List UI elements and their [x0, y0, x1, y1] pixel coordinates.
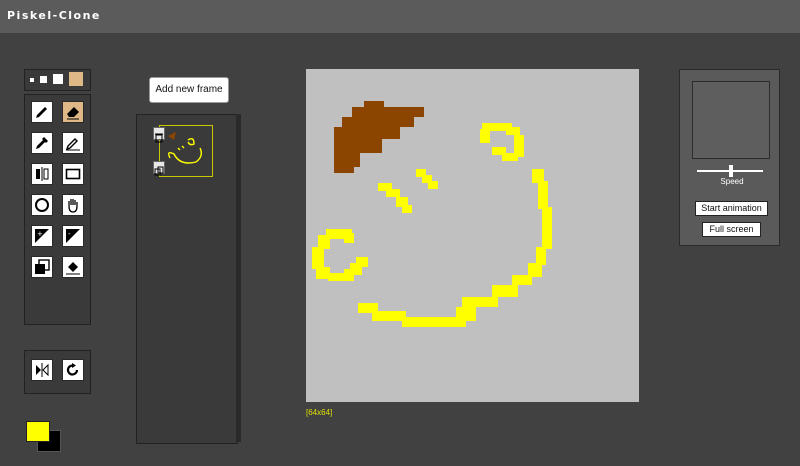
move-tool-button[interactable] — [62, 194, 84, 216]
add-frame-button[interactable]: Add new frame — [149, 77, 229, 103]
eraser-icon — [67, 107, 79, 120]
start-animation-button[interactable]: Start animation — [695, 201, 768, 216]
tools-panel: + - — [24, 94, 91, 325]
canvas-dimensions-label: [64x64] — [306, 408, 333, 417]
canvas-drawing — [312, 101, 552, 327]
rotate-button[interactable] — [62, 359, 84, 381]
rotate-icon — [66, 363, 79, 376]
speed-label: Speed — [720, 177, 744, 186]
paint-bucket-icon — [66, 262, 80, 275]
eraser-tool-button[interactable] — [62, 101, 84, 123]
circle-icon — [35, 198, 49, 212]
eyedropper-tool-button[interactable] — [31, 132, 53, 154]
lighten-tool-button[interactable]: + — [31, 225, 53, 247]
app-title: Piskel-Clone — [7, 9, 101, 22]
speed-slider-thumb[interactable] — [729, 165, 733, 177]
drawing-canvas[interactable] — [306, 69, 639, 402]
primary-color-swatch[interactable] — [26, 421, 50, 442]
darken-tool-button[interactable]: - — [62, 225, 84, 247]
copy-icon — [154, 166, 164, 176]
pen-size-panel — [24, 69, 91, 91]
paint-bucket-tool-button[interactable] — [62, 256, 84, 278]
stroke-icon — [65, 138, 80, 151]
move-hand-icon — [68, 199, 78, 213]
select-copy-tool-button[interactable] — [31, 256, 53, 278]
pen-size-4-button[interactable] — [69, 72, 83, 86]
full-screen-button[interactable]: Full screen — [702, 222, 761, 237]
mirror-tool-button[interactable] — [31, 163, 53, 185]
pen-size-1-button[interactable] — [30, 78, 34, 82]
lighten-icon: + — [35, 229, 49, 243]
frame-preview-image — [167, 132, 203, 164]
pen-size-3-button[interactable] — [53, 74, 63, 84]
stroke-tool-button[interactable] — [62, 132, 84, 154]
svg-text:+: + — [37, 230, 43, 238]
delete-frame-button[interactable] — [153, 127, 165, 143]
rectangle-tool-button[interactable] — [62, 163, 84, 185]
transform-panel — [24, 350, 91, 394]
eyedropper-icon — [36, 137, 48, 149]
pen-size-2-button[interactable] — [40, 76, 47, 83]
trash-icon — [155, 133, 163, 143]
flip-button[interactable] — [31, 359, 53, 381]
select-copy-icon — [35, 259, 50, 274]
darken-icon: - — [66, 229, 80, 243]
rectangle-icon — [65, 168, 81, 180]
flip-icon — [36, 363, 49, 377]
title-bar: Piskel-Clone — [0, 0, 800, 33]
pen-icon — [36, 107, 47, 118]
mirror-icon — [36, 167, 49, 181]
animation-preview — [692, 81, 770, 159]
circle-tool-button[interactable] — [31, 194, 53, 216]
frame-thumbnail[interactable] — [159, 125, 213, 177]
duplicate-frame-button[interactable] — [153, 161, 165, 176]
frames-scrollbar[interactable] — [236, 114, 241, 442]
pen-tool-button[interactable] — [31, 101, 53, 123]
